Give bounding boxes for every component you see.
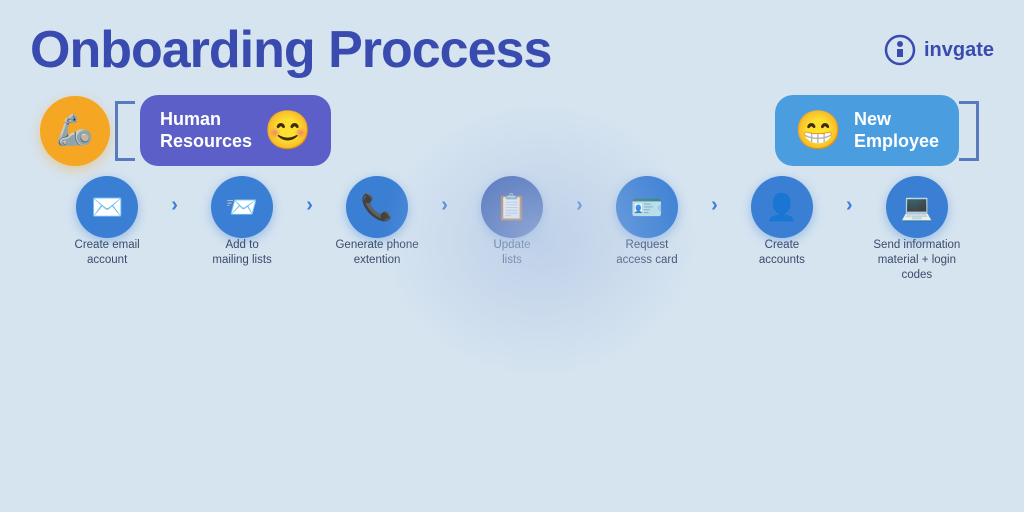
step-2-icon: 📨 <box>226 192 258 223</box>
step-7-circle: 💻 <box>886 176 948 238</box>
step-7-label: Send informationmaterial + logincodes <box>873 238 960 283</box>
hr-card: HumanResources 😊 <box>140 95 331 166</box>
arrow-5: › <box>711 194 718 217</box>
cards-row: 🦾 HumanResources 😊 😁 NewEmployee <box>40 95 984 166</box>
arrow-6: › <box>846 194 853 217</box>
step-6-label: Createaccounts <box>759 238 805 268</box>
robot-icon: 🦾 <box>40 96 110 166</box>
step-6: 👤 Createaccounts <box>720 176 844 268</box>
new-employee-label: NewEmployee <box>854 109 939 152</box>
step-6-circle: 👤 <box>751 176 813 238</box>
page-title: Onboarding Proccess <box>30 20 551 80</box>
step-1: ✉️ Create emailaccount <box>45 176 169 268</box>
step-7: 💻 Send informationmaterial + logincodes <box>855 176 979 283</box>
hr-card-label: HumanResources <box>160 109 252 152</box>
arrow-1: › <box>171 194 178 217</box>
robot-emoji: 🦾 <box>56 113 93 148</box>
new-employee-emoji: 😁 <box>795 112 842 150</box>
brand-name: invgate <box>924 39 994 62</box>
step-2-circle: 📨 <box>211 176 273 238</box>
main-container: Onboarding Proccess invgate 🦾 HumanResou… <box>0 0 1024 512</box>
step-7-icon: 💻 <box>901 192 933 223</box>
new-employee-card: 😁 NewEmployee <box>775 95 959 166</box>
brand-icon <box>884 34 916 66</box>
hr-emoji: 😊 <box>264 112 311 150</box>
bracket-left <box>115 101 135 161</box>
step-1-circle: ✉️ <box>76 176 138 238</box>
step-6-icon: 👤 <box>766 192 798 223</box>
step-2-label: Add tomailing lists <box>212 238 271 268</box>
arrow-2: › <box>306 194 313 217</box>
step-1-label: Create emailaccount <box>75 238 140 268</box>
header: Onboarding Proccess invgate <box>30 20 994 80</box>
step-2: 📨 Add tomailing lists <box>180 176 304 268</box>
brand-logo: invgate <box>884 34 994 66</box>
step-1-icon: ✉️ <box>91 192 123 223</box>
bracket-right <box>959 101 979 161</box>
